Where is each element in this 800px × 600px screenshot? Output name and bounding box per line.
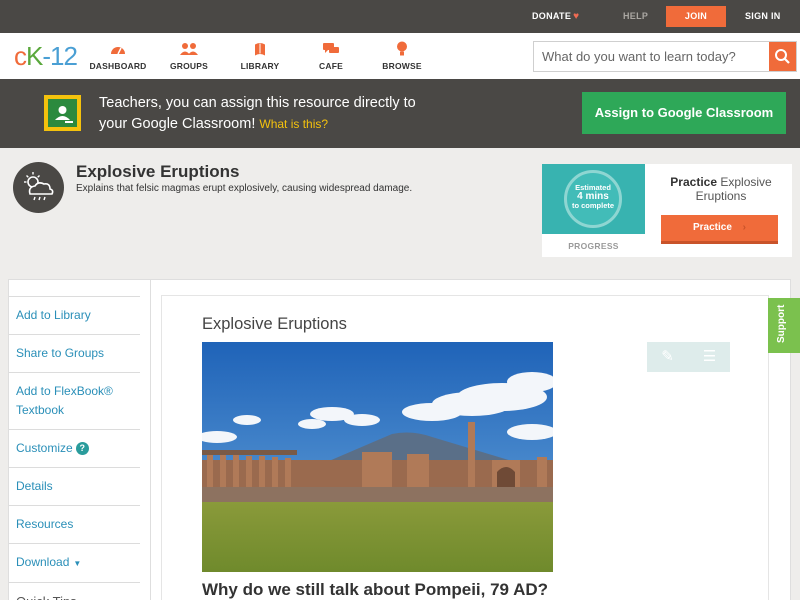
caret-down-icon: ▼ [73,559,82,568]
pompeii-image [202,342,553,572]
gc-line-2: your Google Classroom! [99,116,256,132]
join-button[interactable]: JOIN [666,6,726,27]
google-classroom-banner: Teachers, you can assign this resource d… [0,79,800,148]
search-button[interactable] [769,42,796,71]
heart-icon: ♥ [573,11,580,22]
donate-label: DONATE [532,11,572,21]
support-label: Support [776,304,787,343]
download-label: Download [16,555,70,569]
support-tab[interactable]: Support [768,298,800,353]
nav-cafe-label: CAFE [319,61,343,71]
assign-google-classroom-button[interactable]: Assign to Google Classroom [582,92,786,134]
sidebar-divider [150,280,151,600]
nav-dashboard[interactable]: DASHBOARD [88,41,148,71]
nav-groups-label: GROUPS [169,61,209,71]
search-input[interactable] [534,42,770,71]
practice-button-label: Practice [692,222,732,233]
progress-image: Estimated 4 mins to complete [542,164,645,234]
library-icon [255,43,265,56]
sidebar-item-details[interactable]: Details [9,467,140,505]
sidebar-item-quick-tips[interactable]: Quick Tips [9,582,140,600]
nav-browse-label: BROWSE [382,61,422,71]
gc-line-1: Teachers, you can assign this resource d… [99,95,416,111]
chevron-right-icon: › [742,222,747,233]
help-link[interactable]: HELP [623,0,648,33]
logo-12: -12 [42,41,78,71]
sidebar-item-resources[interactable]: Resources [9,505,140,543]
practice-card: Estimated 4 mins to complete PROGRESS Pr… [542,164,792,257]
groups-icon [180,43,198,55]
nav-dashboard-label: DASHBOARD [89,61,147,71]
google-classroom-icon [44,95,81,131]
sidebar-item-add-to-flexbook[interactable]: Add to FlexBook® Textbook [9,372,140,429]
progress-ring: Estimated 4 mins to complete [564,170,622,228]
ring-line-3: to complete [571,201,615,210]
nav-library[interactable]: LIBRARY [238,41,282,71]
nav-groups[interactable]: GROUPS [166,41,212,71]
search-box [533,41,797,72]
browse-icon [397,41,407,56]
help-icon[interactable]: ? [75,442,89,455]
notes-icon[interactable]: ☰ [689,342,730,372]
sidebar-item-customize[interactable]: Customize? [9,429,140,467]
logo-k: K [26,41,43,71]
practice-button[interactable]: Practice › [661,215,778,244]
cafe-icon [323,43,339,53]
sign-in-link[interactable]: SIGN IN [745,0,781,33]
main-nav: cK-12 DASHBOARD GROUPS LIBRARY CAFE BROW… [0,33,800,79]
practice-title: Practice Explosive Eruptions [662,175,780,203]
nav-library-label: LIBRARY [240,61,280,71]
practice-title-bold: Practice [670,175,717,189]
nav-browse[interactable]: BROWSE [381,41,423,71]
google-classroom-message: Teachers, you can assign this resource d… [99,93,539,135]
sidebar-item-add-to-library[interactable]: Add to Library [9,296,140,334]
search-icon [775,49,790,64]
page-description: Explains that felsic magmas erupt explos… [76,183,413,194]
pencil-icon[interactable]: ✎ [647,342,688,372]
article-tools: ✎ ☰ [647,342,730,372]
top-bar: DONATE ♥ HELP JOIN SIGN IN [0,0,800,33]
logo-c: c [14,41,27,71]
sidebar-item-download[interactable]: Download ▼ [9,543,140,582]
what-is-this-link[interactable]: What is this? [259,117,328,131]
article-title: Explosive Eruptions [202,315,347,333]
page-title: Explosive Eruptions [76,162,240,181]
nav-cafe[interactable]: CAFE [313,41,349,71]
customize-label: Customize [16,441,73,455]
sidebar: Add to Library Share to Groups Add to Fl… [9,296,140,600]
ck12-logo[interactable]: cK-12 [14,41,78,72]
donate-link[interactable]: DONATE ♥ [532,0,579,33]
sidebar-item-share-to-groups[interactable]: Share to Groups [9,334,140,372]
dashboard-icon [111,47,125,55]
section-heading: Why do we still talk about Pompeii, 79 A… [202,580,549,599]
progress-label: PROGRESS [568,241,619,251]
weather-icon [13,162,64,213]
